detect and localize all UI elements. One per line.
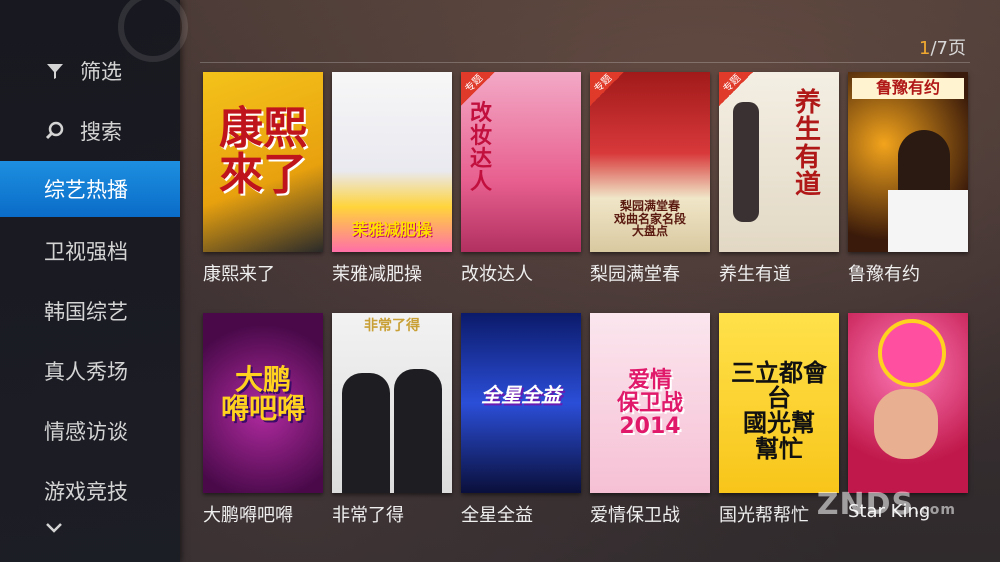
card-title: 非常了得	[332, 505, 404, 526]
filter-icon	[44, 60, 66, 82]
sidebar-item-label: 搜索	[80, 120, 122, 144]
card-title: 茉雅减肥操	[332, 264, 422, 285]
poster-image: 三立都會台 國光幫 幫忙	[719, 313, 839, 493]
media-card[interactable]: 鲁豫有约 鲁豫有约	[848, 72, 968, 286]
card-title: 全星全益	[461, 505, 533, 526]
sidebar-item-label: 综艺热播	[44, 178, 128, 202]
card-title: 大鹏嘚吧嘚	[203, 505, 293, 526]
person-figure	[874, 389, 938, 459]
sidebar-item-label: 筛选	[80, 60, 122, 84]
poster-image: 全星全益	[461, 313, 581, 493]
sidebar-item-variety-hot[interactable]: 综艺热播	[0, 161, 180, 217]
card-title: 梨园满堂春	[590, 264, 680, 285]
sidebar-item-filter[interactable]: 筛选	[0, 43, 180, 99]
media-card[interactable]: 非常了得 非常了得	[332, 313, 452, 527]
poster-text: 三立都會台 國光幫 幫忙	[731, 359, 827, 463]
search-icon	[44, 120, 66, 142]
poster-image: 大鹏 嘚吧嘚	[203, 313, 323, 493]
poster-text: 梨园满堂春 戏曲名家名段 大盘点	[613, 199, 686, 239]
poster-image: 鲁豫有约	[848, 72, 968, 252]
chevron-down-icon[interactable]	[44, 518, 64, 538]
media-card[interactable]: 茉雅减肥操 茉雅减肥操	[332, 72, 452, 286]
poster-image: 专题 养生有道	[719, 72, 839, 252]
card-title: 养生有道	[719, 264, 791, 285]
poster-text: 茉雅减肥操	[351, 220, 432, 239]
poster-text: 爱情 保卫战 2014	[616, 368, 683, 440]
poster-text: 大鹏 嘚吧嘚	[220, 363, 305, 426]
card-title: 改妆达人	[461, 264, 533, 285]
sidebar-item-search[interactable]: 搜索	[0, 103, 180, 159]
header-divider	[200, 62, 970, 63]
sidebar-item-label: 情感访谈	[44, 420, 128, 444]
sidebar-item-label: 游戏竞技	[44, 480, 128, 504]
sidebar-item-label: 韩国综艺	[44, 300, 128, 324]
person-figure	[394, 369, 442, 493]
poster-image: 康熙 來了	[203, 72, 323, 252]
poster-text: 全星全益	[481, 383, 561, 407]
card-title: 爱情保卫战	[590, 505, 680, 526]
media-card[interactable]: 专题 养生有道 养生有道	[719, 72, 839, 286]
media-card[interactable]: 大鹏 嘚吧嘚 大鹏嘚吧嘚	[203, 313, 323, 527]
card-title: 康熙来了	[203, 264, 275, 285]
media-card[interactable]: 全星全益 全星全益	[461, 313, 581, 527]
sidebar-item-reality-show[interactable]: 真人秀场	[0, 343, 180, 399]
media-card[interactable]: 爱情 保卫战 2014 爱情保卫战	[590, 313, 710, 527]
poster-text: 非常了得	[364, 318, 420, 334]
media-card[interactable]: 专题 改妆达人 改妆达人	[461, 72, 581, 286]
page-current: 1	[919, 38, 931, 59]
poster-text: 康熙 來了	[219, 103, 307, 201]
media-card[interactable]: 康熙 來了 康熙来了	[203, 72, 323, 286]
poster-text: 改妆达人	[469, 101, 492, 196]
poster-image: 爱情 保卫战 2014	[590, 313, 710, 493]
sidebar-item-games[interactable]: 游戏竞技	[0, 463, 180, 519]
poster-image: 专题 改妆达人	[461, 72, 581, 252]
znds-watermark: ZNDS.com	[816, 487, 956, 522]
star-king-logo	[878, 319, 946, 387]
poster-image: 茉雅减肥操	[332, 72, 452, 252]
sidebar-item-label: 真人秀场	[44, 360, 128, 384]
sidebar: 筛选 搜索 综艺热播 卫视强档 韩国综艺 真人秀场 情感访谈 游戏竞技	[0, 0, 188, 562]
person-figure	[888, 190, 968, 252]
poster-image: 非常了得	[332, 313, 452, 493]
topic-tag: 专题	[590, 72, 624, 106]
media-card[interactable]: 专题 梨园满堂春 戏曲名家名段 大盘点 梨园满堂春	[590, 72, 710, 286]
page-total: /7页	[930, 38, 966, 59]
poster-image: 专题 梨园满堂春 戏曲名家名段 大盘点	[590, 72, 710, 252]
page-indicator: 1/7页	[919, 34, 966, 60]
person-figure	[342, 373, 390, 493]
sidebar-item-label: 卫视强档	[44, 240, 128, 264]
sidebar-item-satellite[interactable]: 卫视强档	[0, 223, 180, 279]
poster-text: 鲁豫有约	[852, 78, 964, 99]
sidebar-item-korean-variety[interactable]: 韩国综艺	[0, 283, 180, 339]
sidebar-item-talk-show[interactable]: 情感访谈	[0, 403, 180, 459]
poster-image	[848, 313, 968, 493]
person-figure	[733, 102, 759, 222]
topic-tag: 专题	[719, 72, 753, 106]
card-title: 鲁豫有约	[848, 264, 920, 285]
poster-text: 养生有道	[794, 88, 821, 200]
